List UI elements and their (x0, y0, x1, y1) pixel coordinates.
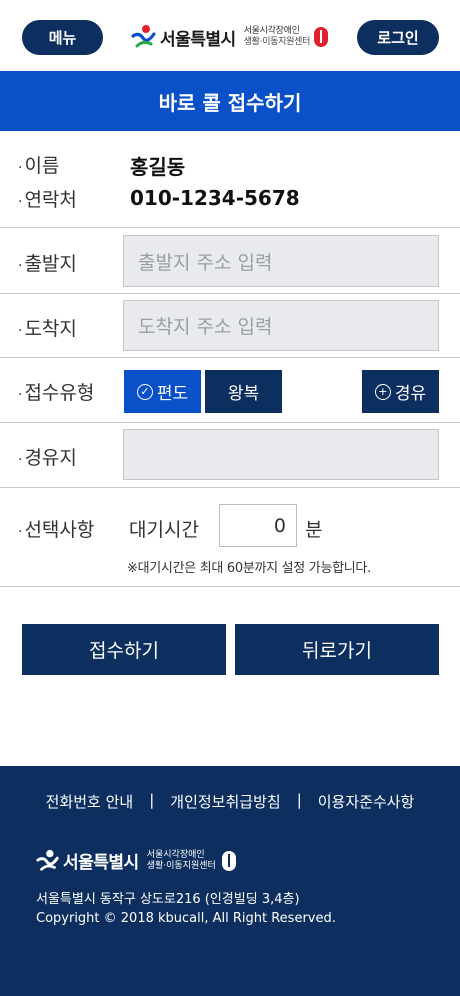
header: 메뉴 서울특별시 서울시각장애인 생활·이동지원센터 로그인 (0, 0, 460, 71)
destination-input[interactable]: 도착지 주소 입력 (123, 300, 439, 351)
destination-label: · 도착지 (18, 318, 77, 340)
footer-address-block: 서울특별시 동작구 상도로216 (인경빌딩 3,4층) Copyright ©… (36, 890, 336, 928)
footer-link-privacy[interactable]: 개인정보취급방침 (170, 791, 280, 812)
footer-logo-center: 서울시각장애인 생활·이동지원센터 (147, 850, 216, 872)
origin-input[interactable]: 출발지 주소 입력 (123, 235, 439, 287)
add-waypoint-button[interactable]: + 경유 (362, 370, 439, 413)
seoul-logo-icon (131, 24, 157, 50)
contact-label: · 연락처 (18, 189, 77, 211)
submit-button[interactable]: 접수하기 (22, 624, 226, 675)
wait-time-label: 대기시간 (129, 519, 199, 541)
footer-seoul-logo-icon (36, 849, 60, 873)
name-value: 홍길동 (130, 155, 186, 179)
wait-time-note: ※대기시간은 최대 60분까지 설정 가능합니다. (127, 561, 371, 576)
logo-city-text: 서울특별시 (160, 29, 236, 50)
destination-row: · 도착지 도착지 주소 입력 (0, 294, 460, 358)
footer-separator: | (296, 791, 302, 809)
name-label: · 이름 (18, 155, 60, 177)
round-trip-button[interactable]: 왕복 (205, 370, 282, 413)
back-button[interactable]: 뒤로가기 (235, 624, 439, 675)
logo-sub-line2: 생활·이동지원센터 (243, 37, 311, 47)
check-circle-icon: ✓ (136, 383, 153, 400)
wait-time-unit: 분 (305, 519, 323, 541)
options-label: · 선택사항 (18, 519, 95, 541)
one-way-label: 편도 (156, 384, 189, 404)
wait-time-input[interactable]: 0 (219, 504, 297, 547)
type-label: · 접수유형 (18, 382, 95, 404)
origin-label: · 출발지 (18, 253, 77, 275)
menu-button[interactable]: 메뉴 (22, 20, 103, 55)
options-row: · 선택사항 대기시간 0 분 ※대기시간은 최대 60분까지 설정 가능합니다. (0, 488, 460, 587)
contact-value: 010-1234-5678 (130, 186, 300, 210)
logo-sub-line1: 서울시각장애인 (243, 26, 300, 36)
footer-address: 서울특별시 동작구 상도로216 (인경빌딩 3,4층) (36, 892, 300, 907)
footer-logo-sub-line1: 서울시각장애인 (146, 849, 205, 860)
type-row: · 접수유형 ✓ 편도 왕복 + 경유 (0, 358, 460, 423)
origin-row: · 출발지 출발지 주소 입력 (0, 228, 460, 294)
one-way-button[interactable]: ✓ 편도 (124, 370, 201, 413)
page-title: 바로 콜 접수하기 (0, 71, 460, 131)
footer: 전화번호 안내 | 개인정보취급방침 | 이용자준수사항 서울특별시 서울시각장… (0, 766, 460, 996)
waypoint-row: · 경유지 (0, 423, 460, 488)
footer-logo-city: 서울특별시 (63, 853, 139, 873)
footer-link-phone[interactable]: 전화번호 안내 (46, 791, 134, 812)
plus-circle-icon: + (374, 383, 391, 400)
user-info: · 이름 홍길동 · 연락처 010-1234-5678 (0, 131, 460, 228)
logo-center-text: 서울시각장애인 생활·이동지원센터 (243, 26, 311, 48)
footer-copyright: Copyright © 2018 kbucall, All Right Rese… (36, 911, 336, 926)
footer-logo: 서울특별시 서울시각장애인 생활·이동지원센터 (36, 848, 236, 873)
footer-logo-sub-line2: 생활·이동지원센터 (146, 860, 216, 871)
login-button[interactable]: 로그인 (357, 20, 439, 55)
waypoint-input[interactable] (123, 429, 439, 480)
footer-center-badge-icon (221, 850, 236, 871)
center-badge-icon (314, 27, 329, 47)
waypoint-button-label: 경유 (394, 384, 427, 404)
footer-link-terms[interactable]: 이용자준수사항 (318, 791, 415, 812)
footer-separator: | (149, 791, 155, 809)
waypoint-label: · 경유지 (18, 447, 77, 469)
footer-links: 전화번호 안내 | 개인정보취급방침 | 이용자준수사항 (0, 791, 460, 812)
seoul-logo[interactable]: 서울특별시 서울시각장애인 생활·이동지원센터 (131, 22, 329, 52)
